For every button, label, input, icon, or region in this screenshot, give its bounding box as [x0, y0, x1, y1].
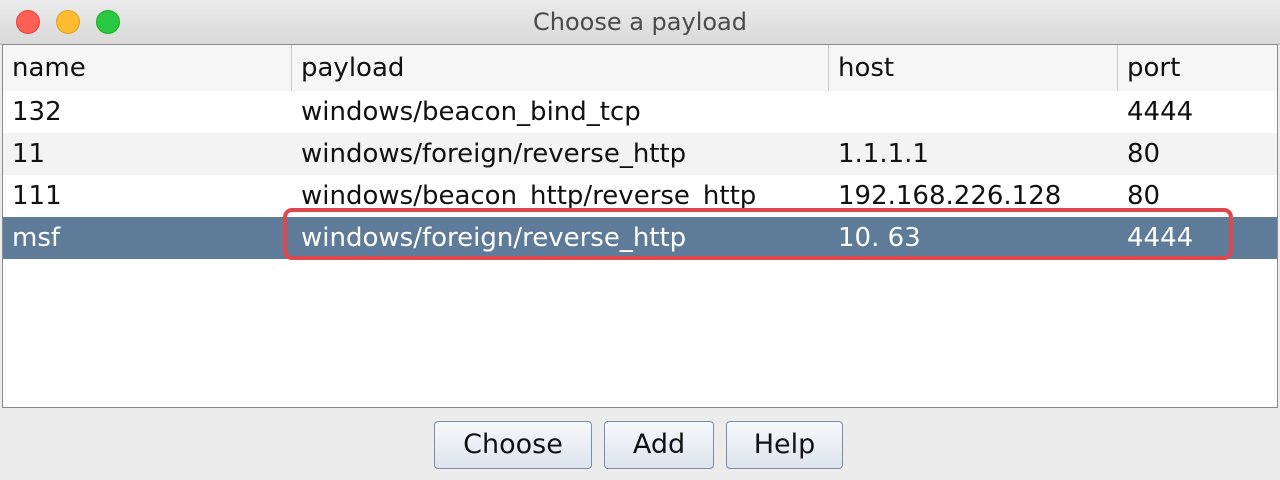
table-row[interactable]: 11 windows/foreign/reverse_http 1.1.1.1 … [3, 133, 1277, 175]
choose-payload-dialog: Choose a payload name payload host port … [0, 0, 1280, 480]
add-button[interactable]: Add [604, 421, 714, 469]
column-header-port[interactable]: port [1118, 45, 1277, 91]
choose-button[interactable]: Choose [434, 421, 592, 469]
payload-table: name payload host port 132 windows/beaco… [2, 44, 1278, 408]
window-title: Choose a payload [532, 8, 747, 36]
column-header-payload[interactable]: payload [292, 45, 829, 91]
table-body: 132 windows/beacon_bind_tcp 4444 11 wind… [3, 91, 1277, 259]
cell-name: 132 [12, 97, 62, 127]
cell-port: 80 [1127, 181, 1161, 211]
cell-name: 11 [12, 139, 46, 169]
help-button[interactable]: Help [726, 421, 843, 469]
maximize-window-button[interactable] [96, 10, 120, 34]
column-header-host[interactable]: host [829, 45, 1118, 91]
cell-payload: windows/foreign/reverse_http [301, 223, 687, 253]
cell-port: 4444 [1127, 97, 1194, 127]
cell-port: 80 [1127, 139, 1161, 169]
cell-host: 1.1.1.1 [838, 139, 929, 169]
table-row[interactable]: 111 windows/beacon_http/reverse_http 192… [3, 175, 1277, 217]
table-header: name payload host port [3, 45, 1277, 92]
minimize-window-button[interactable] [56, 10, 80, 34]
cell-payload: windows/foreign/reverse_http [301, 139, 687, 169]
cell-host: 192.168.226.128 [838, 181, 1062, 211]
cell-payload: windows/beacon_bind_tcp [301, 97, 641, 127]
cell-name: msf [12, 223, 61, 253]
cell-port: 4444 [1127, 223, 1194, 253]
close-window-button[interactable] [16, 10, 40, 34]
cell-name: 111 [12, 181, 62, 211]
cell-host: 10. 63 [838, 223, 921, 253]
table-row[interactable]: 132 windows/beacon_bind_tcp 4444 [3, 91, 1277, 133]
column-header-name[interactable]: name [3, 45, 292, 91]
cell-host [829, 91, 1118, 133]
title-bar: Choose a payload [0, 0, 1280, 45]
cell-payload: windows/beacon_http/reverse_http [301, 181, 757, 211]
table-row-selected[interactable]: msf windows/foreign/reverse_http 10. 63 … [3, 217, 1277, 259]
